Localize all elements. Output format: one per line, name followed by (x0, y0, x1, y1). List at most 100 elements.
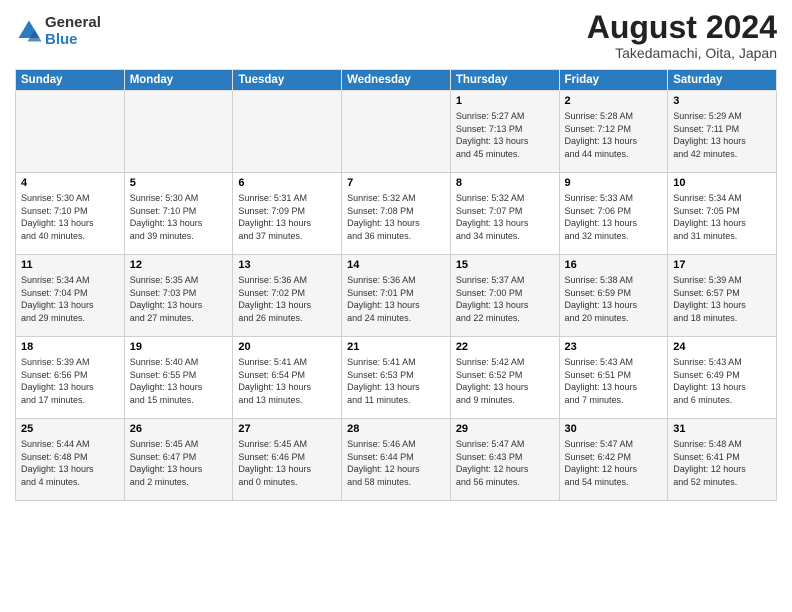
day-number: 14 (347, 258, 445, 273)
main-container: General Blue August 2024 Takedamachi, Oi… (0, 0, 792, 612)
calendar-week-row: 18Sunrise: 5:39 AM Sunset: 6:56 PM Dayli… (16, 337, 777, 419)
calendar-week-row: 11Sunrise: 5:34 AM Sunset: 7:04 PM Dayli… (16, 255, 777, 337)
table-row: 26Sunrise: 5:45 AM Sunset: 6:47 PM Dayli… (124, 419, 233, 501)
day-number: 5 (130, 176, 228, 191)
col-wednesday: Wednesday (342, 70, 451, 91)
day-number: 26 (130, 422, 228, 437)
col-thursday: Thursday (450, 70, 559, 91)
table-row (124, 91, 233, 173)
day-info: Sunrise: 5:36 AM Sunset: 7:02 PM Dayligh… (238, 274, 336, 324)
table-row: 3Sunrise: 5:29 AM Sunset: 7:11 PM Daylig… (668, 91, 777, 173)
table-row: 25Sunrise: 5:44 AM Sunset: 6:48 PM Dayli… (16, 419, 125, 501)
day-info: Sunrise: 5:39 AM Sunset: 6:57 PM Dayligh… (673, 274, 771, 324)
day-number: 22 (456, 340, 554, 355)
table-row: 21Sunrise: 5:41 AM Sunset: 6:53 PM Dayli… (342, 337, 451, 419)
day-info: Sunrise: 5:38 AM Sunset: 6:59 PM Dayligh… (565, 274, 663, 324)
table-row: 1Sunrise: 5:27 AM Sunset: 7:13 PM Daylig… (450, 91, 559, 173)
day-number: 8 (456, 176, 554, 191)
day-number: 18 (21, 340, 119, 355)
table-row: 27Sunrise: 5:45 AM Sunset: 6:46 PM Dayli… (233, 419, 342, 501)
day-number: 6 (238, 176, 336, 191)
day-info: Sunrise: 5:30 AM Sunset: 7:10 PM Dayligh… (130, 192, 228, 242)
day-info: Sunrise: 5:43 AM Sunset: 6:51 PM Dayligh… (565, 356, 663, 406)
col-tuesday: Tuesday (233, 70, 342, 91)
day-info: Sunrise: 5:37 AM Sunset: 7:00 PM Dayligh… (456, 274, 554, 324)
day-number: 25 (21, 422, 119, 437)
day-info: Sunrise: 5:43 AM Sunset: 6:49 PM Dayligh… (673, 356, 771, 406)
day-info: Sunrise: 5:28 AM Sunset: 7:12 PM Dayligh… (565, 110, 663, 160)
day-info: Sunrise: 5:48 AM Sunset: 6:41 PM Dayligh… (673, 438, 771, 488)
table-row: 31Sunrise: 5:48 AM Sunset: 6:41 PM Dayli… (668, 419, 777, 501)
table-row: 17Sunrise: 5:39 AM Sunset: 6:57 PM Dayli… (668, 255, 777, 337)
day-info: Sunrise: 5:34 AM Sunset: 7:04 PM Dayligh… (21, 274, 119, 324)
day-number: 4 (21, 176, 119, 191)
logo-icon (15, 17, 43, 45)
day-number: 12 (130, 258, 228, 273)
day-info: Sunrise: 5:33 AM Sunset: 7:06 PM Dayligh… (565, 192, 663, 242)
day-info: Sunrise: 5:35 AM Sunset: 7:03 PM Dayligh… (130, 274, 228, 324)
day-number: 9 (565, 176, 663, 191)
table-row: 6Sunrise: 5:31 AM Sunset: 7:09 PM Daylig… (233, 173, 342, 255)
day-number: 17 (673, 258, 771, 273)
day-info: Sunrise: 5:29 AM Sunset: 7:11 PM Dayligh… (673, 110, 771, 160)
location: Takedamachi, Oita, Japan (587, 45, 777, 61)
table-row: 20Sunrise: 5:41 AM Sunset: 6:54 PM Dayli… (233, 337, 342, 419)
day-info: Sunrise: 5:40 AM Sunset: 6:55 PM Dayligh… (130, 356, 228, 406)
table-row (342, 91, 451, 173)
table-row: 11Sunrise: 5:34 AM Sunset: 7:04 PM Dayli… (16, 255, 125, 337)
month-year: August 2024 (587, 10, 777, 45)
table-row: 16Sunrise: 5:38 AM Sunset: 6:59 PM Dayli… (559, 255, 668, 337)
day-info: Sunrise: 5:47 AM Sunset: 6:42 PM Dayligh… (565, 438, 663, 488)
day-number: 21 (347, 340, 445, 355)
header: General Blue August 2024 Takedamachi, Oi… (15, 10, 777, 61)
day-info: Sunrise: 5:39 AM Sunset: 6:56 PM Dayligh… (21, 356, 119, 406)
logo-text-line2: Blue (45, 31, 101, 48)
day-info: Sunrise: 5:42 AM Sunset: 6:52 PM Dayligh… (456, 356, 554, 406)
table-row: 29Sunrise: 5:47 AM Sunset: 6:43 PM Dayli… (450, 419, 559, 501)
col-monday: Monday (124, 70, 233, 91)
day-info: Sunrise: 5:44 AM Sunset: 6:48 PM Dayligh… (21, 438, 119, 488)
day-number: 7 (347, 176, 445, 191)
day-number: 20 (238, 340, 336, 355)
day-info: Sunrise: 5:45 AM Sunset: 6:47 PM Dayligh… (130, 438, 228, 488)
title-block: August 2024 Takedamachi, Oita, Japan (587, 10, 777, 61)
table-row: 30Sunrise: 5:47 AM Sunset: 6:42 PM Dayli… (559, 419, 668, 501)
day-number: 29 (456, 422, 554, 437)
day-number: 23 (565, 340, 663, 355)
table-row (16, 91, 125, 173)
table-row: 22Sunrise: 5:42 AM Sunset: 6:52 PM Dayli… (450, 337, 559, 419)
day-info: Sunrise: 5:45 AM Sunset: 6:46 PM Dayligh… (238, 438, 336, 488)
calendar-header-row: Sunday Monday Tuesday Wednesday Thursday… (16, 70, 777, 91)
col-sunday: Sunday (16, 70, 125, 91)
table-row: 15Sunrise: 5:37 AM Sunset: 7:00 PM Dayli… (450, 255, 559, 337)
table-row: 12Sunrise: 5:35 AM Sunset: 7:03 PM Dayli… (124, 255, 233, 337)
day-info: Sunrise: 5:34 AM Sunset: 7:05 PM Dayligh… (673, 192, 771, 242)
day-info: Sunrise: 5:30 AM Sunset: 7:10 PM Dayligh… (21, 192, 119, 242)
day-info: Sunrise: 5:32 AM Sunset: 7:07 PM Dayligh… (456, 192, 554, 242)
col-friday: Friday (559, 70, 668, 91)
day-info: Sunrise: 5:47 AM Sunset: 6:43 PM Dayligh… (456, 438, 554, 488)
table-row: 7Sunrise: 5:32 AM Sunset: 7:08 PM Daylig… (342, 173, 451, 255)
day-number: 27 (238, 422, 336, 437)
table-row: 24Sunrise: 5:43 AM Sunset: 6:49 PM Dayli… (668, 337, 777, 419)
day-number: 30 (565, 422, 663, 437)
day-number: 11 (21, 258, 119, 273)
calendar-week-row: 25Sunrise: 5:44 AM Sunset: 6:48 PM Dayli… (16, 419, 777, 501)
table-row: 13Sunrise: 5:36 AM Sunset: 7:02 PM Dayli… (233, 255, 342, 337)
table-row: 18Sunrise: 5:39 AM Sunset: 6:56 PM Dayli… (16, 337, 125, 419)
table-row: 10Sunrise: 5:34 AM Sunset: 7:05 PM Dayli… (668, 173, 777, 255)
day-number: 1 (456, 94, 554, 109)
table-row: 8Sunrise: 5:32 AM Sunset: 7:07 PM Daylig… (450, 173, 559, 255)
day-number: 16 (565, 258, 663, 273)
table-row: 23Sunrise: 5:43 AM Sunset: 6:51 PM Dayli… (559, 337, 668, 419)
day-number: 13 (238, 258, 336, 273)
day-number: 28 (347, 422, 445, 437)
day-number: 15 (456, 258, 554, 273)
calendar-table: Sunday Monday Tuesday Wednesday Thursday… (15, 69, 777, 501)
day-number: 10 (673, 176, 771, 191)
day-info: Sunrise: 5:46 AM Sunset: 6:44 PM Dayligh… (347, 438, 445, 488)
table-row: 14Sunrise: 5:36 AM Sunset: 7:01 PM Dayli… (342, 255, 451, 337)
logo-text-line1: General (45, 14, 101, 31)
table-row (233, 91, 342, 173)
day-info: Sunrise: 5:41 AM Sunset: 6:53 PM Dayligh… (347, 356, 445, 406)
